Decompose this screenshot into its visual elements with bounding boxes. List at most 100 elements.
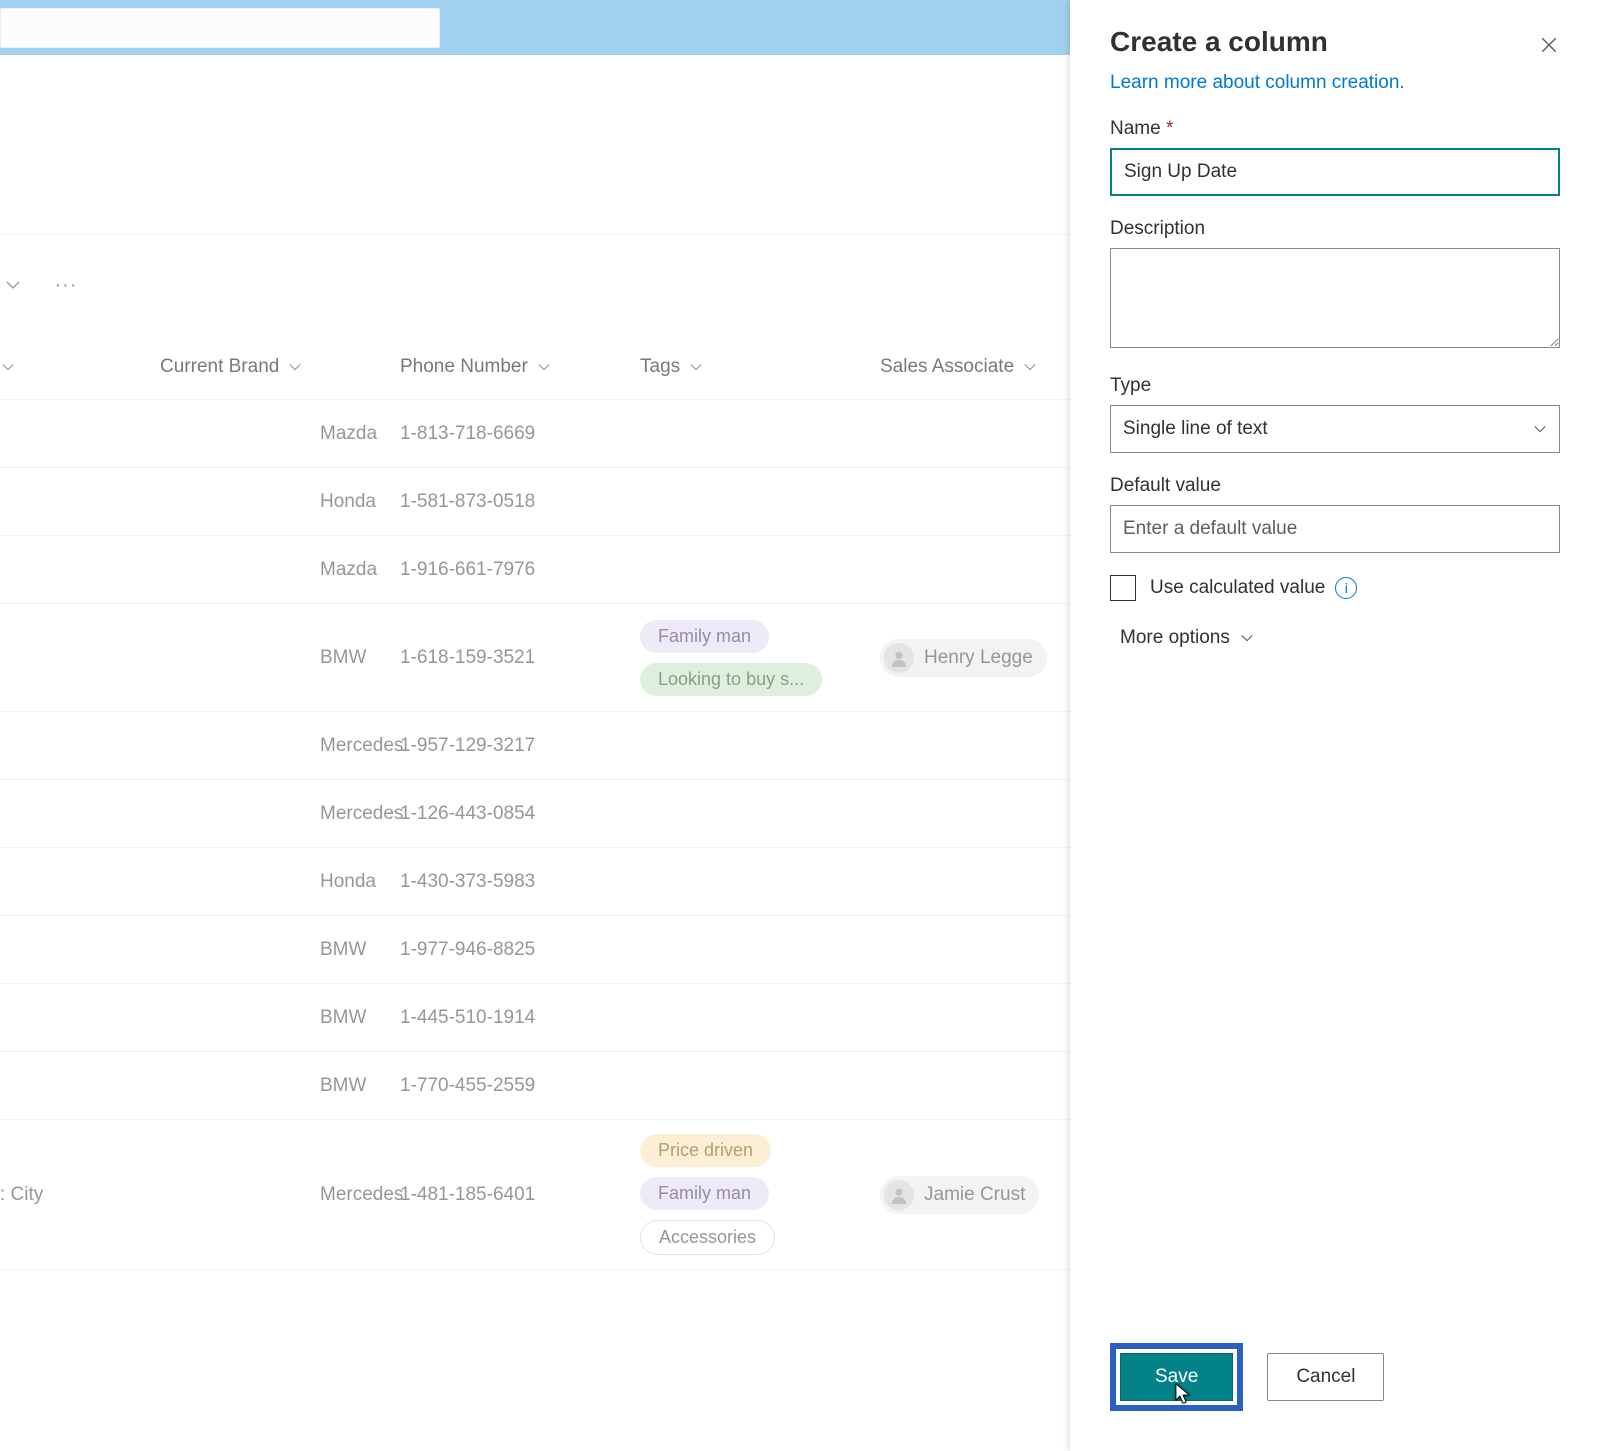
- info-icon[interactable]: i: [1335, 577, 1357, 599]
- cell-brand: Mercedes: [160, 803, 400, 825]
- person-name: Henry Legge: [924, 647, 1033, 669]
- tag-pill: Family man: [640, 1177, 769, 1210]
- cell-brand: BMW: [160, 939, 400, 961]
- tag-pill: Looking to buy s...: [640, 663, 822, 696]
- cell-phone: 1-618-159-3521: [400, 647, 640, 669]
- cell-tags: [640, 556, 880, 584]
- type-dropdown[interactable]: Single line of text: [1110, 405, 1560, 453]
- table-row[interactable]: BMW 1-618-159-3521 Family manLooking to …: [0, 604, 1070, 712]
- main-content: ··· Current Brand Phone Number Tags Sale…: [0, 55, 1070, 1270]
- cell-brand: Mercedes: [160, 735, 400, 757]
- learn-more-link[interactable]: Learn more about column creation.: [1110, 72, 1560, 94]
- chevron-down-icon: [1533, 422, 1547, 436]
- close-button[interactable]: [1534, 30, 1564, 60]
- name-label: Name *: [1110, 118, 1560, 140]
- name-input[interactable]: [1110, 148, 1560, 196]
- cell-brand: Mazda: [160, 559, 400, 581]
- column-header-label: Tags: [640, 356, 680, 378]
- cell-phone: 1-813-718-6669: [400, 423, 640, 445]
- save-button[interactable]: Save: [1120, 1353, 1233, 1401]
- calculated-value-row: Use calculated value i: [1110, 575, 1560, 601]
- table-row[interactable]: : City Mercedes 1-481-185-6401 Price dri…: [0, 1120, 1070, 1270]
- person-pill[interactable]: Henry Legge: [880, 639, 1047, 677]
- cancel-button[interactable]: Cancel: [1267, 1353, 1384, 1401]
- table-row[interactable]: Mercedes 1-126-443-0854: [0, 780, 1070, 848]
- table-row[interactable]: BMW 1-977-946-8825: [0, 916, 1070, 984]
- cell-phone: 1-126-443-0854: [400, 803, 640, 825]
- default-value-label: Default value: [1110, 475, 1560, 497]
- table-row[interactable]: Mazda 1-813-718-6669: [0, 400, 1070, 468]
- calculated-value-checkbox[interactable]: [1110, 575, 1136, 601]
- cell-brand: BMW: [160, 1075, 400, 1097]
- cell-tags: [640, 732, 880, 760]
- person-name: Jamie Crust: [924, 1184, 1025, 1206]
- search-input[interactable]: [0, 8, 440, 48]
- avatar-icon: [884, 643, 914, 673]
- column-header-label: Sales Associate: [880, 356, 1014, 378]
- cell-phone: 1-445-510-1914: [400, 1007, 640, 1029]
- create-column-panel: Create a column Learn more about column …: [1070, 0, 1600, 1451]
- column-header-label: Phone Number: [400, 356, 528, 378]
- required-marker: *: [1166, 118, 1173, 139]
- cell-tags: Family manLooking to buy s...: [640, 606, 880, 710]
- chevron-down-icon: [1022, 359, 1038, 375]
- column-header-brand[interactable]: Current Brand: [160, 356, 400, 378]
- chevron-down-icon: [287, 359, 303, 375]
- close-icon: [1540, 36, 1558, 54]
- cell-brand: Mercedes: [160, 1184, 400, 1206]
- cell-phone: 1-581-873-0518: [400, 491, 640, 513]
- cell-tags: [640, 868, 880, 896]
- default-value-input[interactable]: [1110, 505, 1560, 553]
- cell-tags: [640, 488, 880, 516]
- cell-brand: Honda: [160, 871, 400, 893]
- cell-tags: [640, 800, 880, 828]
- column-header-tags[interactable]: Tags: [640, 356, 880, 378]
- column-header-label: Current Brand: [160, 356, 279, 378]
- cell-brand: Mazda: [160, 423, 400, 445]
- label-text: Name: [1110, 118, 1161, 139]
- table-row[interactable]: Honda 1-581-873-0518: [0, 468, 1070, 536]
- cell-tags: [640, 1072, 880, 1100]
- cell-brand: BMW: [160, 1007, 400, 1029]
- chevron-down-icon: [0, 359, 16, 375]
- cell-phone: 1-977-946-8825: [400, 939, 640, 961]
- cell-phone: 1-430-373-5983: [400, 871, 640, 893]
- cell-phone: 1-916-661-7976: [400, 559, 640, 581]
- calculated-value-label: Use calculated value: [1150, 577, 1325, 599]
- chevron-down-icon[interactable]: [0, 272, 26, 298]
- type-value: Single line of text: [1123, 418, 1268, 440]
- table-row[interactable]: Mercedes 1-957-129-3217: [0, 712, 1070, 780]
- table-header-row: Current Brand Phone Number Tags Sales As…: [0, 335, 1070, 400]
- more-options-label: More options: [1120, 627, 1230, 649]
- cell-brand: BMW: [160, 647, 400, 669]
- description-input[interactable]: [1110, 248, 1560, 348]
- description-label: Description: [1110, 218, 1560, 240]
- field-default-value: Default value: [1110, 475, 1560, 553]
- cell-brand: Honda: [160, 491, 400, 513]
- field-description: Description: [1110, 218, 1560, 353]
- more-options-toggle[interactable]: More options: [1110, 627, 1560, 649]
- tutorial-highlight: Save: [1110, 1343, 1243, 1411]
- table-row[interactable]: BMW 1-445-510-1914: [0, 984, 1070, 1052]
- field-type: Type Single line of text: [1110, 375, 1560, 453]
- avatar-icon: [884, 1180, 914, 1210]
- chevron-down-icon: [688, 359, 704, 375]
- table-row[interactable]: Honda 1-430-373-5983: [0, 848, 1070, 916]
- list-table: Current Brand Phone Number Tags Sales As…: [0, 335, 1070, 1270]
- column-header-phone[interactable]: Phone Number: [400, 356, 640, 378]
- more-actions-button[interactable]: ···: [46, 265, 86, 305]
- chevron-down-icon: [536, 359, 552, 375]
- column-header[interactable]: [0, 359, 160, 375]
- cell-tags: Price driven Family man Accessories: [640, 1120, 880, 1269]
- spacer-row: [0, 55, 1070, 235]
- tag-pill: Price driven: [640, 1134, 771, 1167]
- cell-phone: 1-957-129-3217: [400, 735, 640, 757]
- cell-phone: 1-770-455-2559: [400, 1075, 640, 1097]
- table-row[interactable]: BMW 1-770-455-2559: [0, 1052, 1070, 1120]
- field-name: Name *: [1110, 118, 1560, 196]
- table-row[interactable]: Mazda 1-916-661-7976: [0, 536, 1070, 604]
- cell-leading: : City: [0, 1184, 160, 1206]
- tag-pill: Accessories: [640, 1220, 775, 1255]
- cursor-icon: [1173, 1382, 1193, 1406]
- person-pill[interactable]: Jamie Crust: [880, 1176, 1039, 1214]
